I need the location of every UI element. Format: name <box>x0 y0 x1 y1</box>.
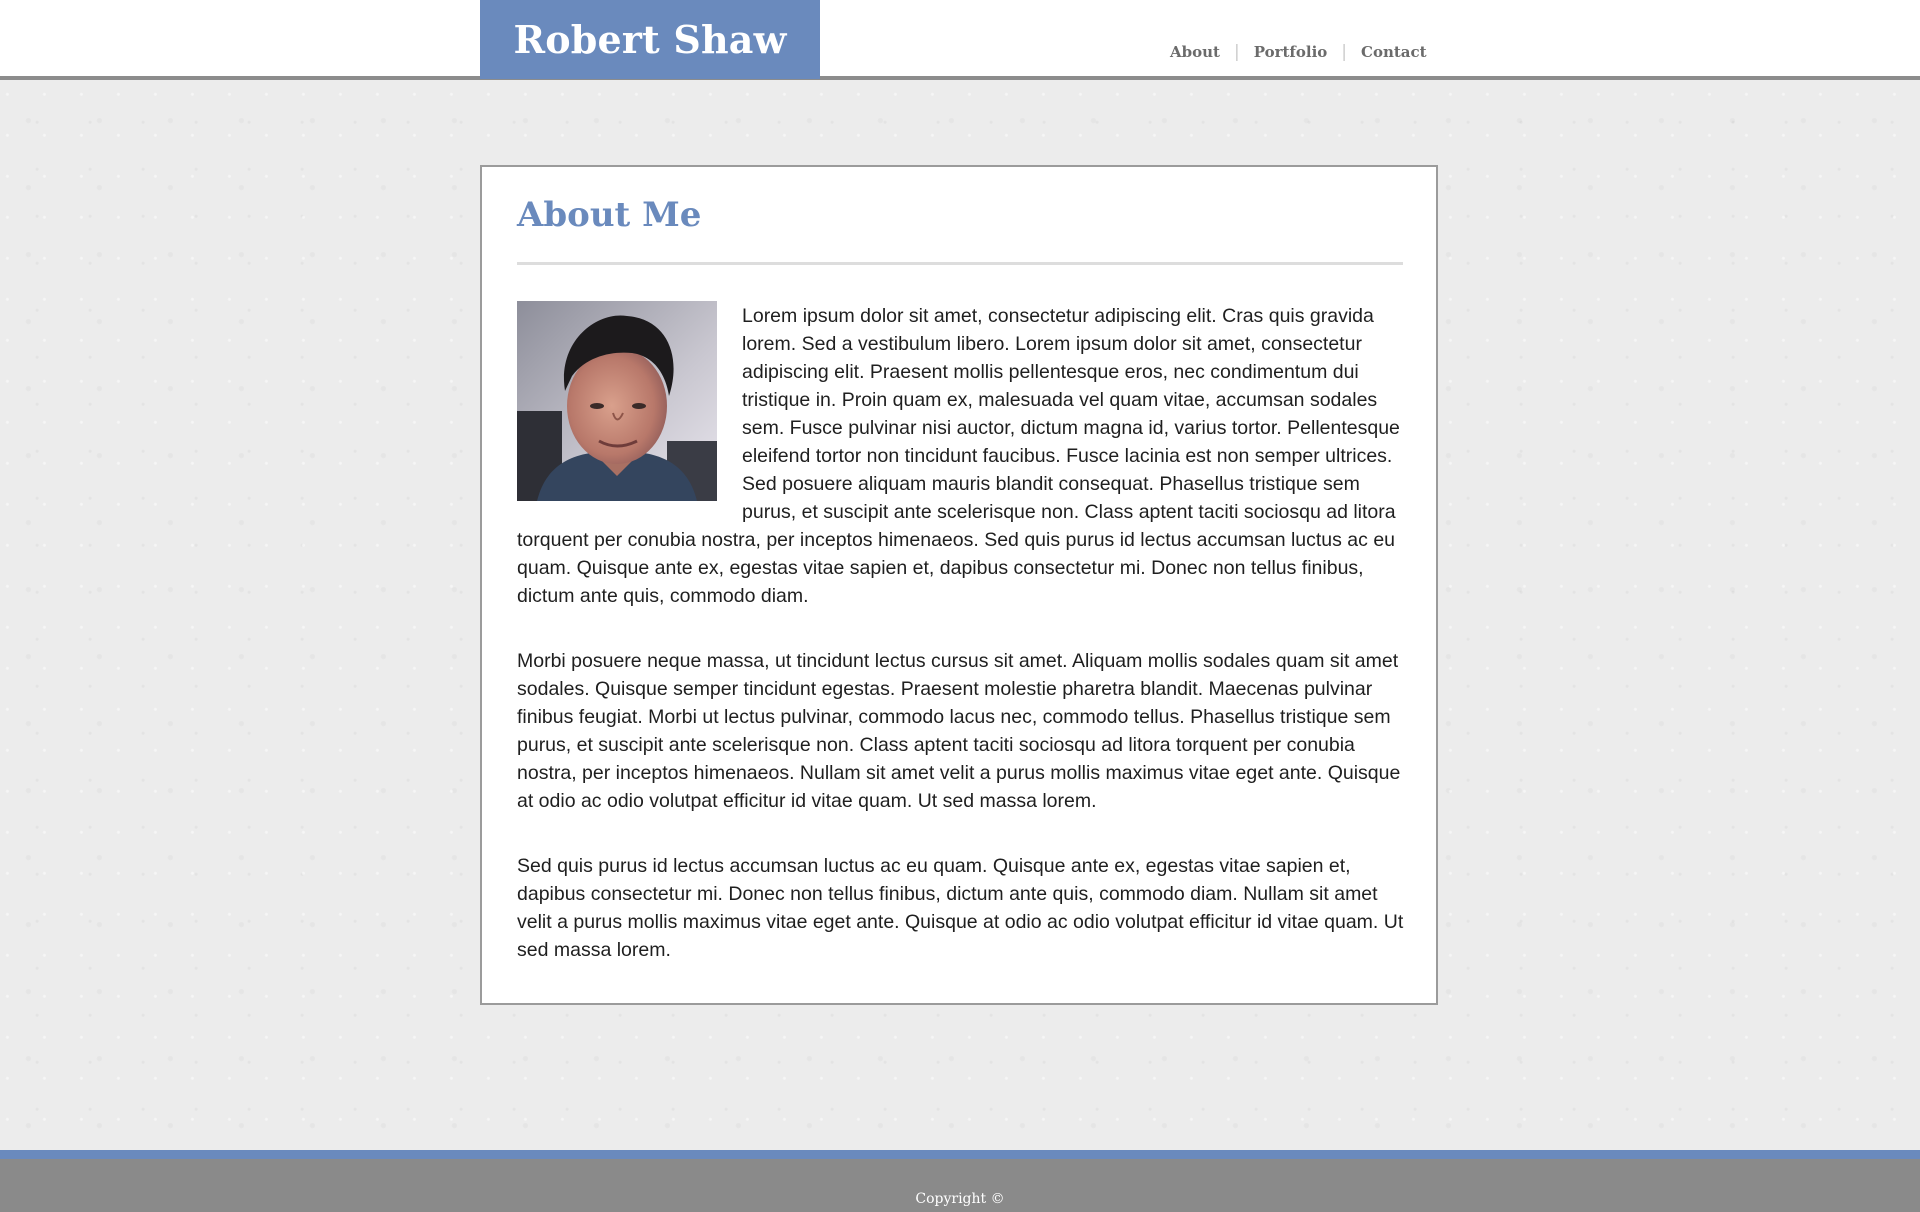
nav-link-about[interactable]: About <box>1170 43 1220 61</box>
paragraph: Sed quis purus id lectus accumsan luctus… <box>517 855 1404 961</box>
about-content: Lorem ipsum dolor sit amet, consectetur … <box>517 301 1407 1001</box>
page-title: About Me <box>517 195 702 235</box>
nav-separator: | <box>1341 42 1348 62</box>
main-nav: About | Portfolio | Contact <box>1170 40 1427 64</box>
nav-link-portfolio[interactable]: Portfolio <box>1254 43 1328 61</box>
site-footer: Copyright © <box>0 1150 1920 1212</box>
nav-separator: | <box>1233 42 1240 62</box>
about-card: About Me Lorem ipsum dolor sit amet, con… <box>480 165 1438 1005</box>
site-header: Robert Shaw About | Portfolio | Contact <box>0 0 1920 80</box>
copyright-text: Copyright © <box>915 1191 1005 1207</box>
site-title[interactable]: Robert Shaw <box>480 0 820 79</box>
nav-link-contact[interactable]: Contact <box>1361 43 1427 61</box>
paragraph: Morbi posuere neque massa, ut tincidunt … <box>517 650 1401 812</box>
profile-photo-icon <box>517 301 717 501</box>
title-divider <box>517 262 1403 265</box>
